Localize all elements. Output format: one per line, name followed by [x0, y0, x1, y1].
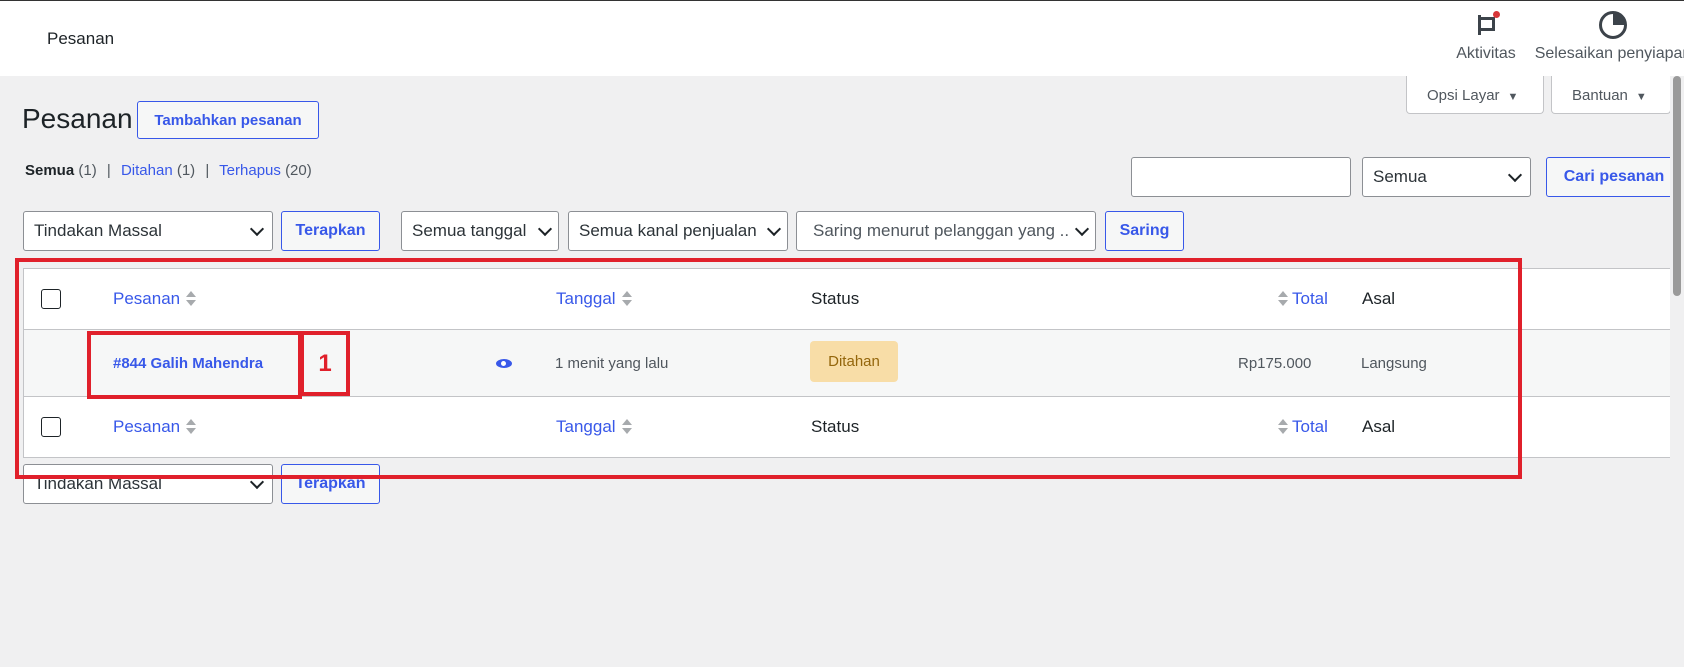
chevron-down-icon [249, 221, 265, 237]
channel-filter-select[interactable]: Semua kanal penjualan [568, 211, 788, 251]
filter-button[interactable]: Saring [1105, 211, 1184, 251]
page-name: Pesanan [47, 29, 115, 48]
help-label: Bantuan [1572, 87, 1628, 104]
view-trash-count: (20) [285, 162, 312, 179]
chevron-down-icon [1074, 221, 1090, 237]
vertical-scrollbar[interactable] [1670, 76, 1684, 667]
annotation-number-label: 1 [300, 331, 350, 396]
view-all-count: (1) [78, 162, 97, 179]
screen-options-tab[interactable]: Opsi Layar ▼ [1406, 76, 1544, 114]
channel-filter-value: Semua kanal penjualan [579, 221, 757, 240]
chevron-down-icon [1507, 167, 1523, 183]
status-views: Semua (1) | Ditahan (1) | Terhapus (20) [25, 162, 312, 179]
setup-label: Selesaikan penyiapan [1534, 45, 1684, 62]
annotation-highlight-order [87, 331, 302, 399]
customer-filter-value: Saring menurut pelanggan yang .. [813, 221, 1070, 240]
bulk-action-value: Tindakan Massal [34, 221, 162, 240]
add-order-button[interactable]: Tambahkan pesanan [137, 101, 319, 139]
view-all-link[interactable]: Semua [25, 162, 74, 179]
date-filter-select[interactable]: Semua tanggal [401, 211, 559, 251]
help-tab[interactable]: Bantuan ▼ [1551, 76, 1671, 114]
flag-icon [1472, 11, 1500, 39]
finish-setup-button[interactable]: Selesaikan penyiapan [1528, 11, 1684, 63]
activity-button[interactable]: Aktivitas [1436, 11, 1536, 63]
search-orders-button[interactable]: Cari pesanan [1546, 157, 1682, 197]
separator: | [106, 162, 111, 179]
view-hold-count: (1) [176, 162, 196, 179]
status-filter-value: Semua [1373, 167, 1427, 186]
separator: | [205, 162, 210, 179]
top-bar: Pesanan Aktivitas Selesaikan penyiapan [0, 0, 1684, 76]
scrollbar-thumb[interactable] [1673, 76, 1681, 296]
status-filter-select[interactable]: Semua [1362, 157, 1531, 197]
apply-button[interactable]: Terapkan [281, 211, 380, 251]
view-hold-link[interactable]: Ditahan [121, 162, 173, 179]
customer-filter-select[interactable]: Saring menurut pelanggan yang .. [796, 211, 1096, 251]
caret-down-icon: ▼ [1507, 91, 1519, 103]
bulk-action-select[interactable]: Tindakan Massal [23, 211, 273, 251]
activity-label: Aktivitas [1456, 45, 1516, 62]
chevron-down-icon [766, 221, 782, 237]
view-trash-link[interactable]: Terhapus [219, 162, 281, 179]
chevron-down-icon [537, 221, 553, 237]
date-filter-value: Semua tanggal [412, 221, 527, 240]
order-search-input[interactable] [1131, 157, 1351, 197]
screen-options-label: Opsi Layar [1427, 87, 1500, 104]
progress-icon [1599, 11, 1627, 39]
caret-down-icon: ▼ [1635, 91, 1647, 103]
page-title: Pesanan [22, 103, 133, 134]
